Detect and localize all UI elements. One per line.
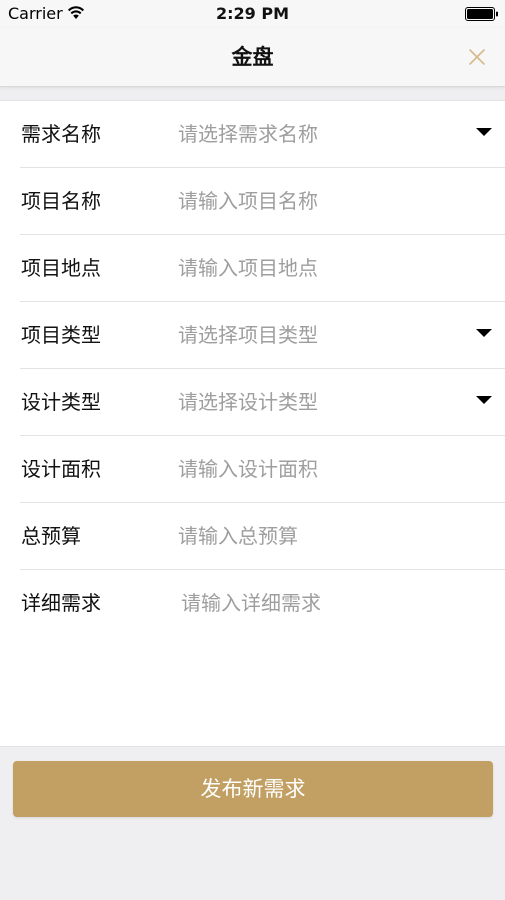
battery-icon (465, 7, 498, 21)
row-detail-demand[interactable]: 详细需求 请输入详细需求 (0, 570, 505, 745)
close-icon[interactable] (466, 46, 488, 68)
project-location-input[interactable]: 请输入项目地点 (178, 255, 318, 281)
triangle-down-icon[interactable] (476, 329, 492, 337)
row-demand-name[interactable]: 需求名称 请选择需求名称 (0, 101, 505, 168)
detail-demand-textarea[interactable]: 请输入详细需求 (181, 590, 321, 616)
row-total-budget[interactable]: 总预算 请输入总预算 (0, 503, 505, 570)
detail-demand-label: 详细需求 (21, 591, 101, 615)
demand-name-label: 需求名称 (21, 122, 101, 146)
project-type-label: 项目类型 (21, 323, 101, 347)
triangle-down-icon[interactable] (476, 396, 492, 404)
row-design-area[interactable]: 设计面积 请输入设计面积 (0, 436, 505, 503)
page-title: 金盘 (231, 45, 274, 69)
row-project-name[interactable]: 项目名称 请输入项目名称 (0, 168, 505, 235)
project-location-label: 项目地点 (21, 256, 101, 280)
demand-form: 需求名称 请选择需求名称 项目名称 请输入项目名称 项目地点 请输入项目地点 项… (0, 100, 505, 747)
row-project-location[interactable]: 项目地点 请输入项目地点 (0, 235, 505, 302)
publish-demand-button[interactable]: 发布新需求 (13, 761, 493, 817)
row-design-type[interactable]: 设计类型 请选择设计类型 (0, 369, 505, 436)
design-area-label: 设计面积 (21, 457, 101, 481)
total-budget-input[interactable]: 请输入总预算 (178, 523, 298, 549)
status-time: 2:29 PM (215, 4, 289, 23)
design-type-label: 设计类型 (21, 390, 101, 414)
project-type-select[interactable]: 请选择项目类型 (178, 322, 318, 348)
design-area-input[interactable]: 请输入设计面积 (178, 456, 318, 482)
row-project-type[interactable]: 项目类型 请选择项目类型 (0, 302, 505, 369)
demand-name-select[interactable]: 请选择需求名称 (178, 121, 318, 147)
triangle-down-icon[interactable] (476, 128, 492, 136)
project-name-input[interactable]: 请输入项目名称 (178, 188, 318, 214)
project-name-label: 项目名称 (21, 189, 101, 213)
navigation-bar: 金盘 (0, 28, 505, 87)
design-type-select[interactable]: 请选择设计类型 (178, 389, 318, 415)
status-bar: Carrier 2:29 PM (0, 0, 505, 28)
total-budget-label: 总预算 (21, 524, 81, 548)
